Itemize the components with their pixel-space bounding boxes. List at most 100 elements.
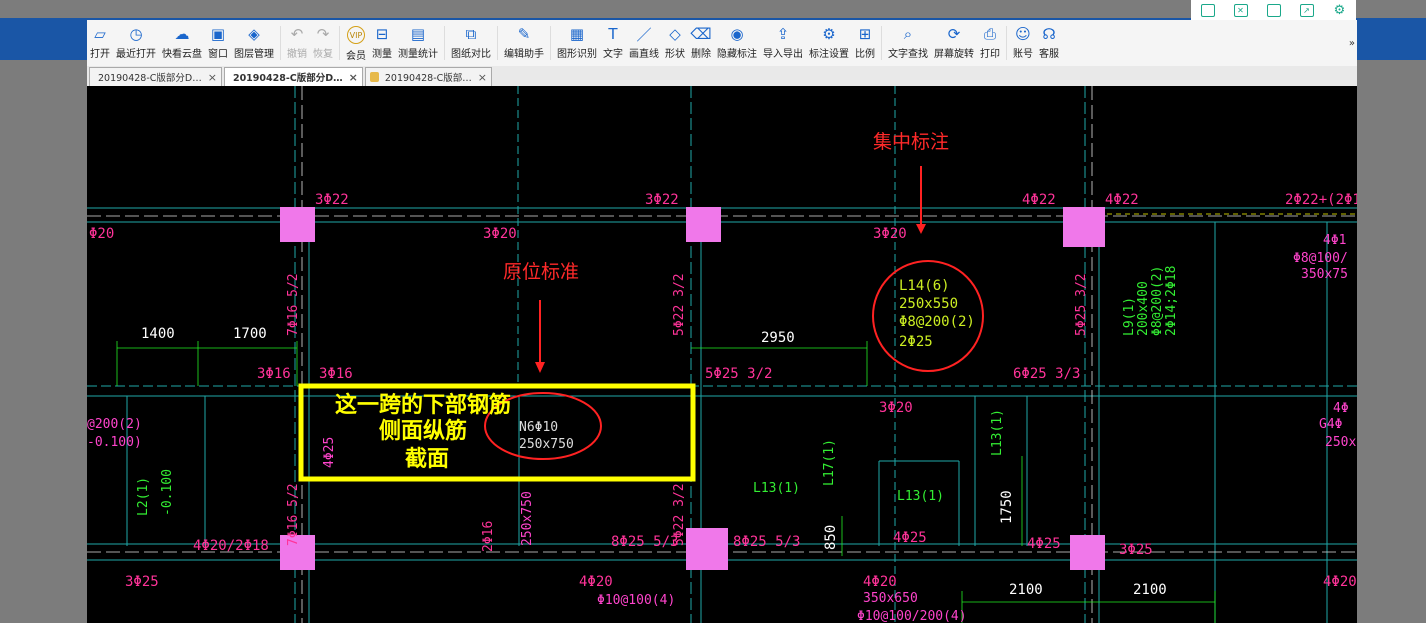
toolbar-button-folder-open[interactable]: ▱ 打开 xyxy=(87,20,113,66)
callout-line-1: 这一跨的下部钢筋 xyxy=(335,392,511,418)
toolbar-button-import-export[interactable]: ⇪ 导入导出 xyxy=(760,20,806,66)
toolbar-button-shape[interactable]: ◇ 形状 xyxy=(662,20,688,66)
callout-line-2: 侧面纵筋 xyxy=(379,418,467,444)
cad-viewer-window: ▱ 打开 ◷ 最近打开 ☁ 快看云盘 ▣ 窗口 ◈ 图层管理 ↶ 撤销 ↷ 恢复 VIP 会员 ⊟ 测量 ▤ 测量统计… xyxy=(87,20,1357,623)
eraser-icon: ⌫ xyxy=(690,25,712,43)
text-icon: T xyxy=(608,25,618,43)
toolbar-button-line[interactable]: ／ 画直线 xyxy=(626,20,662,66)
settings-gear-icon[interactable]: ⚙ xyxy=(1333,3,1347,18)
share-icon[interactable]: ↗ xyxy=(1299,3,1314,17)
cad-label: 2100 xyxy=(1009,582,1043,598)
cad-label: 3Φ16 xyxy=(257,366,291,382)
cad-label: -0.100 xyxy=(160,469,175,516)
cad-label: 8Φ25 5/3 xyxy=(733,534,800,550)
toolbar-button-eraser[interactable]: ⌫ 删除 xyxy=(688,20,714,66)
toolbar-button-shape-recognition[interactable]: ▦ 图形识别 xyxy=(554,20,600,66)
tab-document-1[interactable]: 20190428-C版部分D… × xyxy=(89,67,222,86)
cad-label: Φ20 xyxy=(89,226,114,242)
cad-label: 1400 xyxy=(141,326,175,342)
close-icon[interactable]: × xyxy=(349,71,358,84)
fullscreen-icon[interactable]: ✕ xyxy=(1233,3,1248,17)
toolbar-button-text-search[interactable]: ⌕ 文字查找 xyxy=(885,20,931,66)
toolbar-button-label: 会员 xyxy=(346,51,366,62)
tab-document-2[interactable]: 20190428-C版部分D… × xyxy=(223,67,363,86)
toolbar-button-text[interactable]: T 文字 xyxy=(600,20,626,66)
toolbar-button-label: 形状 xyxy=(665,49,685,60)
vip-icon: VIP xyxy=(347,26,365,44)
toolbar-button-label: 文字查找 xyxy=(888,49,928,60)
toolbar-button-print[interactable]: ⎙ 打印 xyxy=(977,20,1003,66)
toolbar-button-rotate[interactable]: ⟳ 屏幕旋转 xyxy=(931,20,977,66)
cad-label: 3Φ20 xyxy=(483,226,517,242)
drawing-canvas[interactable]: 3Φ22 3Φ22 4Φ22 4Φ22 2Φ22+(2Φ1 Φ20 3Φ20 3… xyxy=(87,86,1357,623)
cad-label: Φ10@100/200(4) xyxy=(857,609,967,623)
cad-label: G4Φ xyxy=(1319,417,1343,432)
cad-label: 350x75 xyxy=(1301,267,1348,282)
toolbar-button-label: 打印 xyxy=(980,49,1000,60)
toolbar-button-label: 恢复 xyxy=(313,49,333,60)
folder-open-icon: ▱ xyxy=(94,25,106,43)
cad-label: @200(2) xyxy=(87,417,142,432)
cad-label: L14(6) xyxy=(899,278,950,294)
toolbar-button-label: 图层管理 xyxy=(234,49,274,60)
toolbar-button-label: 图纸对比 xyxy=(451,49,491,60)
toolbar-button-cloud[interactable]: ☁ 快看云盘 xyxy=(159,20,205,66)
cad-label: 4Φ22 xyxy=(1022,192,1056,208)
restore-icon[interactable] xyxy=(1200,3,1215,17)
toolbar-button-stats[interactable]: ▤ 测量统计 xyxy=(395,20,441,66)
toolbar-button-label: 测量 xyxy=(372,49,392,60)
edit-assistant-icon: ✎ xyxy=(517,25,531,43)
toolbar-button-clock[interactable]: ◷ 最近打开 xyxy=(113,20,159,66)
toolbar-button-label: 比例 xyxy=(855,49,875,60)
centralized-annotation-block: L14(6) 250x550 Φ8@200(2) 2Φ25 xyxy=(899,278,975,350)
close-icon[interactable]: × xyxy=(208,71,217,84)
toolbar-button-label: 删除 xyxy=(691,49,711,60)
cad-label: 4Φ1 xyxy=(1323,233,1346,248)
cad-label: L13(1) xyxy=(753,481,800,496)
toolbar-button-label: 隐藏标注 xyxy=(717,49,757,60)
toolbar-button-eye-hide[interactable]: ◉ 隐藏标注 xyxy=(714,20,760,66)
toolbar-button-measure[interactable]: ⊟ 测量 xyxy=(369,20,395,66)
dimension-lines xyxy=(116,341,1216,623)
toolbar-button-vip[interactable]: VIP 会员 xyxy=(343,20,369,66)
cad-label: 3Φ25 xyxy=(125,574,159,590)
toolbar-more-button[interactable]: » xyxy=(1349,38,1355,49)
cad-label: -0.100) xyxy=(87,435,142,450)
cad-label: 7Φ16 5/2 xyxy=(286,273,301,336)
cad-label: 2Φ22+(2Φ1 xyxy=(1285,192,1357,208)
cad-label: N6Φ10 xyxy=(519,420,558,435)
cad-label: 6Φ25 3/3 xyxy=(1013,366,1080,382)
toolbar-button-scale[interactable]: ⊞ 比例 xyxy=(852,20,878,66)
cad-label: 250x xyxy=(1325,435,1356,450)
cad-label: 850 xyxy=(823,525,839,550)
toolbar-button-annotation-settings[interactable]: ⚙ 标注设置 xyxy=(806,20,852,66)
cad-label: 7Φ16 5/2 xyxy=(286,483,301,546)
save-icon[interactable] xyxy=(1266,3,1281,17)
toolbar-button-user[interactable]: ☺ 账号 xyxy=(1010,20,1036,66)
toolbar-button-label: 标注设置 xyxy=(809,49,849,60)
undo-icon: ↶ xyxy=(290,25,304,43)
cad-label: 3Φ20 xyxy=(879,400,913,416)
close-icon[interactable]: × xyxy=(478,71,487,84)
toolbar-button-headset[interactable]: ☊ 客服 xyxy=(1036,20,1062,66)
toolbar-button-label: 打开 xyxy=(90,49,110,60)
toolbar-separator xyxy=(280,26,281,60)
tab-document-3[interactable]: 20190428-C版部… × xyxy=(364,67,492,86)
toolbar-button-label: 画直线 xyxy=(629,49,659,60)
cad-label: L2(1) xyxy=(136,477,151,516)
toolbar-button-redo[interactable]: ↷ 恢复 xyxy=(310,20,336,66)
arrow-head-icon xyxy=(916,224,926,234)
toolbar-button-edit-assistant[interactable]: ✎ 编辑助手 xyxy=(501,20,547,66)
toolbar-button-layers[interactable]: ◈ 图层管理 xyxy=(231,20,277,66)
redo-icon: ↷ xyxy=(316,25,330,43)
toolbar: ▱ 打开 ◷ 最近打开 ☁ 快看云盘 ▣ 窗口 ◈ 图层管理 ↶ 撤销 ↷ 恢复 VIP 会员 ⊟ 测量 ▤ 测量统计… xyxy=(87,20,1357,67)
lock-icon xyxy=(369,72,379,82)
cad-label: 1700 xyxy=(233,326,267,342)
toolbar-button-undo[interactable]: ↶ 撤销 xyxy=(284,20,310,66)
toolbar-button-label: 账号 xyxy=(1013,49,1033,60)
toolbar-button-window[interactable]: ▣ 窗口 xyxy=(205,20,231,66)
toolbar-button-label: 测量统计 xyxy=(398,49,438,60)
cad-label: 5Φ25 3/2 xyxy=(705,366,772,382)
tab-label: 20190428-C版部分D… xyxy=(98,73,202,84)
toolbar-button-compare[interactable]: ⧉ 图纸对比 xyxy=(448,20,494,66)
